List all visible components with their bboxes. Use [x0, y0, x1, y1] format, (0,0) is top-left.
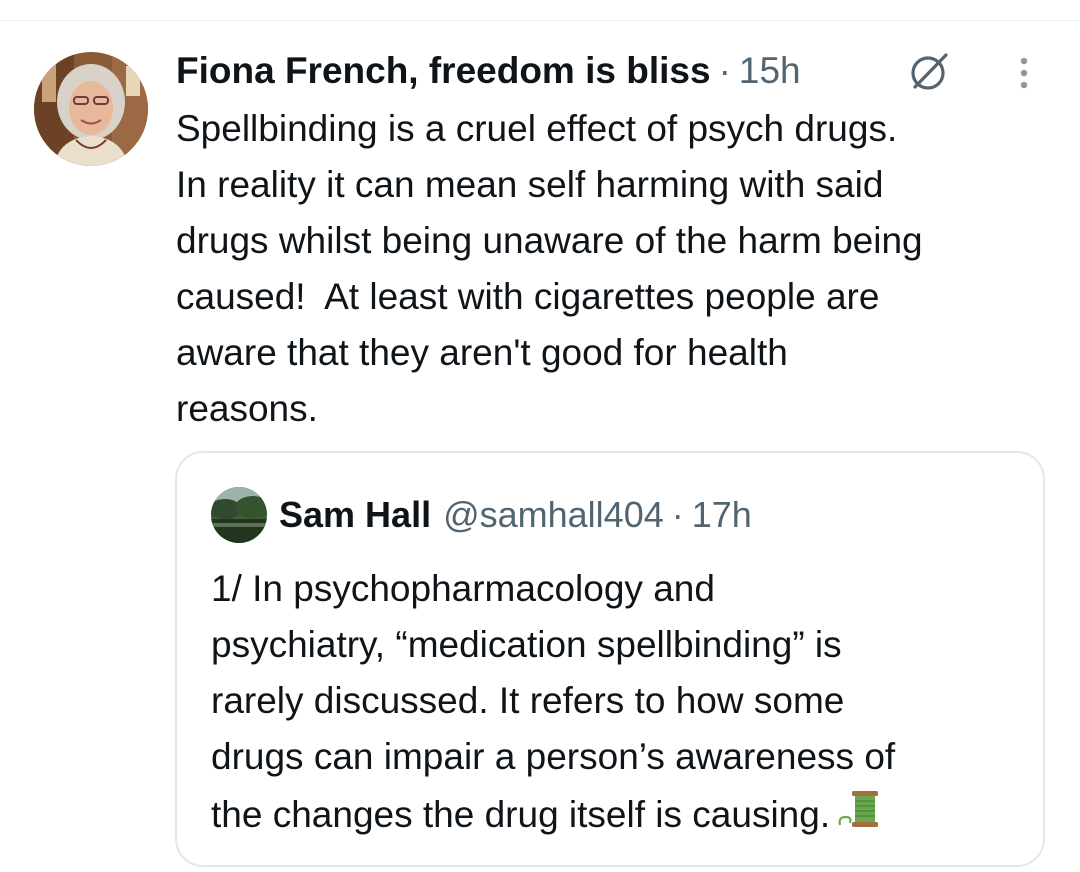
tweet-timestamp[interactable]: 15h — [739, 50, 801, 92]
avatar-photo — [34, 52, 148, 166]
quoted-tweet-timestamp[interactable]: 17h — [692, 494, 752, 536]
more-vertical-icon[interactable] — [1004, 53, 1044, 93]
quoted-tweet-text: 1/ In psychopharmacology and psychiatry,… — [211, 568, 896, 835]
quoted-avatar-photo — [211, 487, 267, 543]
author-name[interactable]: Fiona French, freedom is bliss — [176, 50, 711, 92]
quoted-tweet[interactable]: Sam Hall @samhall404 · 17h 1/ In psychop… — [175, 451, 1045, 867]
tweet-text: Spellbinding is a cruel effect of psych … — [176, 108, 923, 429]
author-avatar[interactable] — [34, 52, 148, 166]
quoted-header-separator: · — [671, 494, 684, 535]
quoted-tweet-header: Sam Hall @samhall404 · 17h — [279, 489, 752, 541]
quoted-author-name[interactable]: Sam Hall — [279, 494, 431, 536]
grok-slash-icon[interactable] — [906, 47, 954, 95]
tweet[interactable]: Fiona French, freedom is bliss · 15h Spe… — [0, 21, 1080, 872]
header-separator: · — [718, 50, 731, 91]
quoted-author-handle[interactable]: @samhall404 — [443, 494, 664, 536]
thread-spool-icon — [836, 785, 884, 833]
quoted-author-avatar[interactable] — [211, 487, 267, 543]
quoted-tweet-body: 1/ In psychopharmacology and psychiatry,… — [211, 561, 1011, 843]
tweet-header: Fiona French, freedom is bliss · 15h — [176, 45, 801, 97]
